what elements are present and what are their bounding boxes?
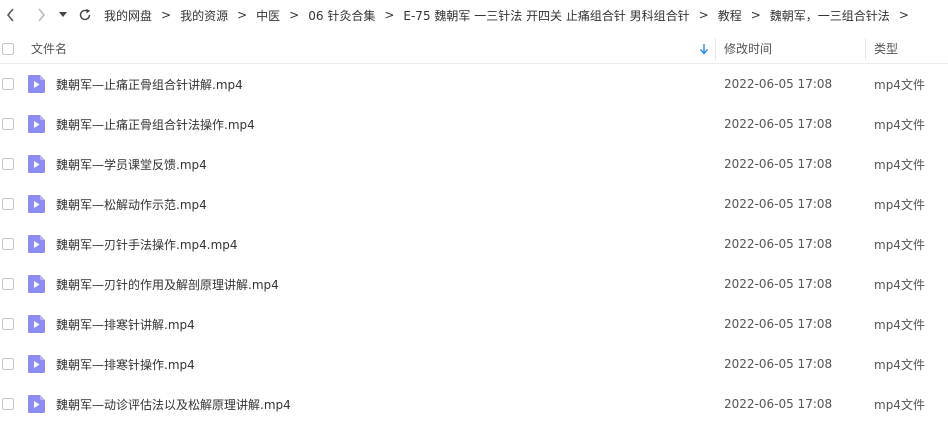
- file-type: mp4文件: [874, 117, 925, 132]
- video-file-icon: [28, 155, 45, 173]
- file-name[interactable]: 魏朝军—学员课堂反馈.mp4: [56, 144, 207, 184]
- file-modified-time: 2022-06-05 17:08: [724, 237, 833, 251]
- forward-button[interactable]: [30, 4, 52, 26]
- column-header-modified[interactable]: 修改时间: [724, 34, 772, 63]
- breadcrumb-separator: >: [698, 8, 709, 22]
- refresh-icon: [79, 8, 91, 21]
- video-file-icon: [28, 275, 45, 293]
- video-file-icon: [28, 395, 45, 413]
- file-row[interactable]: 魏朝军—排寒针操作.mp4 2022-06-05 17:08 mp4文件: [0, 344, 948, 384]
- file-modified-time: 2022-06-05 17:08: [724, 397, 833, 411]
- breadcrumb-item[interactable]: 中医: [256, 7, 280, 24]
- breadcrumb-separator: >: [384, 8, 395, 22]
- column-header-name-label: 文件名: [31, 42, 68, 56]
- refresh-button[interactable]: [74, 4, 96, 26]
- file-row-checkbox[interactable]: [2, 358, 14, 370]
- history-dropdown-button[interactable]: [56, 4, 70, 26]
- file-row-checkbox[interactable]: [2, 198, 14, 210]
- column-header-type-label: 类型: [874, 42, 899, 56]
- file-row[interactable]: 魏朝军—动诊评估法以及松解原理讲解.mp4 2022-06-05 17:08 mp4…: [0, 384, 948, 424]
- breadcrumb-separator: >: [161, 8, 172, 22]
- file-modified-time: 2022-06-05 17:08: [724, 197, 833, 211]
- file-row-checkbox[interactable]: [2, 118, 14, 130]
- chevron-right-icon: [38, 8, 45, 22]
- breadcrumb-separator: >: [289, 8, 300, 22]
- file-row[interactable]: 魏朝军—松解动作示范.mp4 2022-06-05 17:08 mp4文件: [0, 184, 948, 224]
- file-type: mp4文件: [874, 77, 925, 92]
- file-type: mp4文件: [874, 237, 925, 252]
- video-file-icon: [28, 195, 45, 213]
- file-modified-time: 2022-06-05 17:08: [724, 157, 833, 171]
- file-row-checkbox[interactable]: [2, 158, 14, 170]
- file-row[interactable]: 魏朝军—排寒针讲解.mp4 2022-06-05 17:08 mp4文件: [0, 304, 948, 344]
- file-modified-time: 2022-06-05 17:08: [724, 117, 833, 131]
- file-type: mp4文件: [874, 277, 925, 292]
- breadcrumb-trailing-separator[interactable]: >: [899, 8, 909, 22]
- breadcrumb-item[interactable]: 我的网盘: [104, 7, 152, 24]
- column-header-name[interactable]: 文件名: [31, 34, 67, 63]
- file-type: mp4文件: [874, 197, 925, 212]
- breadcrumb-item[interactable]: 魏朝军，一三组合针法: [770, 7, 890, 24]
- breadcrumb-separator: >: [750, 8, 761, 22]
- file-name[interactable]: 魏朝军—止痛正骨组合针法操作.mp4: [56, 104, 255, 144]
- file-row-checkbox[interactable]: [2, 278, 14, 290]
- file-name[interactable]: 魏朝军—排寒针操作.mp4: [56, 344, 195, 384]
- file-type: mp4文件: [874, 397, 925, 412]
- video-file-icon: [28, 235, 45, 253]
- file-row[interactable]: 魏朝军—学员课堂反馈.mp4 2022-06-05 17:08 mp4文件: [0, 144, 948, 184]
- file-name[interactable]: 魏朝军—刃针手法操作.mp4.mp4: [56, 224, 238, 264]
- file-row[interactable]: 魏朝军—刃针手法操作.mp4.mp4 2022-06-05 17:08 mp4文件: [0, 224, 948, 264]
- file-type: mp4文件: [874, 157, 925, 172]
- file-name[interactable]: 魏朝军—刃针的作用及解剖原理讲解.mp4: [56, 264, 279, 304]
- column-divider[interactable]: [715, 38, 716, 60]
- file-row-checkbox[interactable]: [2, 238, 14, 250]
- chevron-left-icon: [7, 8, 14, 22]
- file-row[interactable]: 魏朝军—止痛正骨组合针法操作.mp4 2022-06-05 17:08 mp4文件: [0, 104, 948, 144]
- file-list: 魏朝军—止痛正骨组合针讲解.mp4 2022-06-05 17:08 mp4文件 魏朝…: [0, 64, 948, 424]
- video-file-icon: [28, 75, 45, 93]
- file-row[interactable]: 魏朝军—刃针的作用及解剖原理讲解.mp4 2022-06-05 17:08 mp4文…: [0, 264, 948, 304]
- file-modified-time: 2022-06-05 17:08: [724, 277, 833, 291]
- file-row[interactable]: 魏朝军—止痛正骨组合针讲解.mp4 2022-06-05 17:08 mp4文件: [0, 64, 948, 104]
- file-row-checkbox[interactable]: [2, 78, 14, 90]
- column-header-type[interactable]: 类型: [874, 34, 898, 63]
- select-all-checkbox[interactable]: [2, 42, 14, 55]
- navigation-bar: 我的网盘 > 我的资源 > 中医 >06 针灸合集 > E-75 魏朝军 一三针法 开四关 止…: [0, 0, 948, 30]
- file-type: mp4文件: [874, 357, 925, 372]
- column-header-modified-label: 修改时间: [724, 42, 773, 56]
- file-type: mp4文件: [874, 317, 925, 332]
- breadcrumb: 我的网盘 > 我的资源 > 中医 >06 针灸合集 > E-75 魏朝军 一三针法 开四关 止…: [104, 7, 918, 24]
- column-divider[interactable]: [865, 38, 866, 60]
- file-name[interactable]: 魏朝军—止痛正骨组合针讲解.mp4: [56, 64, 243, 104]
- file-modified-time: 2022-06-05 17:08: [724, 317, 833, 331]
- file-name[interactable]: 魏朝军—动诊评估法以及松解原理讲解.mp4: [56, 384, 291, 424]
- back-button[interactable]: [0, 4, 22, 26]
- breadcrumb-item[interactable]: 我的资源: [180, 7, 228, 24]
- file-list-header: 文件名 修改时间 类型: [0, 34, 948, 64]
- breadcrumb-item[interactable]: 教程: [718, 7, 742, 24]
- file-modified-time: 2022-06-05 17:08: [724, 357, 833, 371]
- caret-down-icon: [59, 12, 67, 17]
- video-file-icon: [28, 315, 45, 333]
- breadcrumb-item[interactable]: 06 针灸合集: [308, 7, 375, 24]
- video-file-icon: [28, 115, 45, 133]
- video-file-icon: [28, 355, 45, 373]
- file-row-checkbox[interactable]: [2, 318, 14, 330]
- select-all-cell: [2, 34, 14, 63]
- file-row-checkbox[interactable]: [2, 398, 14, 410]
- breadcrumb-item[interactable]: E-75 魏朝军 一三针法 开四关 止痛组合针 男科组合针: [403, 7, 689, 24]
- file-modified-time: 2022-06-05 17:08: [724, 77, 833, 91]
- file-name[interactable]: 魏朝军—排寒针讲解.mp4: [56, 304, 195, 344]
- file-name[interactable]: 魏朝军—松解动作示范.mp4: [56, 184, 207, 224]
- sort-down-icon[interactable]: [697, 42, 711, 56]
- breadcrumb-separator: >: [237, 8, 248, 22]
